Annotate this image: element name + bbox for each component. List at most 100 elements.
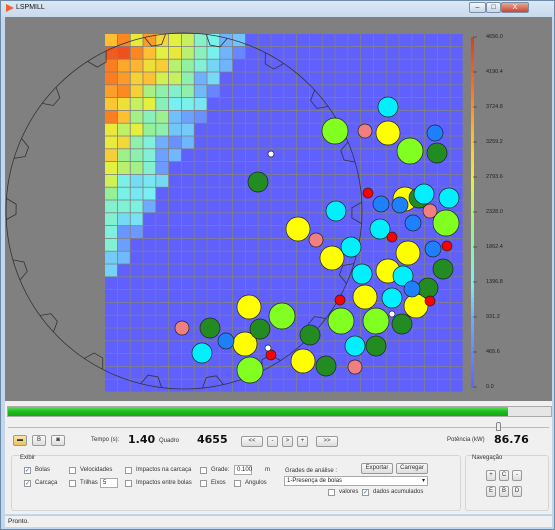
colorbar-label: 931.2: [486, 314, 500, 320]
heatmap-cell: [258, 379, 271, 392]
heatmap-cell: [412, 46, 425, 59]
heatmap-cell: [233, 238, 245, 251]
heatmap-cell: [437, 302, 450, 315]
heatmap-cell: [156, 162, 169, 174]
heatmap-cell: [450, 149, 463, 162]
next-frame-button[interactable]: +: [297, 436, 308, 447]
heatmap-cell: [194, 123, 207, 136]
heatmap-cell: [143, 251, 156, 264]
slider-thumb[interactable]: [496, 422, 502, 431]
nav-right-button[interactable]: D: [512, 486, 522, 497]
heatmap-cell: [271, 110, 284, 123]
heatmap-cell: [322, 174, 335, 187]
heatmap-cell: [233, 162, 245, 174]
nav-center-button[interactable]: C: [499, 470, 509, 481]
colorbar-segment: [471, 217, 474, 223]
window-title: LSPMILL: [16, 4, 45, 11]
ball: [199, 317, 221, 339]
frame-slider[interactable]: [5, 421, 552, 431]
carcaca-checkbox[interactable]: ✓: [24, 480, 31, 487]
nav-left-button[interactable]: E: [486, 486, 496, 497]
heatmap-cell: [181, 354, 194, 366]
colorbar-segment: [471, 192, 474, 198]
trilhas-spinner[interactable]: 5: [100, 478, 118, 488]
heatmap-cell: [207, 46, 220, 59]
heatmap-cell: [181, 59, 194, 72]
nav-bottom-button[interactable]: B: [499, 486, 509, 497]
grade-label: Grade:: [211, 467, 230, 473]
prev-frame-button[interactable]: -: [267, 436, 278, 447]
heatmap-cell: [220, 72, 233, 85]
heatmap-cell: [233, 46, 245, 59]
heatmap-cell: [425, 366, 437, 379]
ball: [417, 277, 439, 299]
grade-spinner[interactable]: 0.100: [234, 465, 252, 475]
heatmap-cell: [425, 34, 437, 46]
heatmap-cell: [156, 302, 169, 315]
heatmap-cell: [194, 290, 207, 302]
heatmap-cell: [335, 366, 348, 379]
heatmap-cell: [322, 34, 335, 46]
angulos-checkbox[interactable]: [234, 480, 241, 487]
nav-zoom-out-button[interactable]: -: [512, 470, 522, 481]
heatmap-cell: [130, 354, 143, 366]
heatmap-cell: [169, 149, 181, 162]
heatmap-cell: [284, 34, 297, 46]
colorbar-label: 465.6: [486, 349, 500, 355]
colorbar-segment: [471, 42, 474, 48]
heatmap-cell: [361, 366, 373, 379]
close-button[interactable]: X: [501, 2, 529, 13]
heatmap-cell: [284, 341, 297, 354]
trilhas-checkbox[interactable]: [69, 480, 76, 487]
valores-checkbox[interactable]: [328, 489, 335, 496]
heatmap-cell: [425, 46, 437, 59]
maximize-button[interactable]: □: [486, 2, 501, 13]
impactos-carcaca-checkbox[interactable]: [125, 467, 132, 474]
heatmap-cell: [181, 72, 194, 85]
carregar-button[interactable]: Carregar: [396, 463, 428, 474]
exportar-button[interactable]: Exportar: [361, 463, 393, 474]
heatmap-cell: [105, 149, 117, 162]
camera-button[interactable]: ◙: [51, 435, 65, 446]
heatmap-cell: [450, 98, 463, 110]
heatmap-cell: [130, 341, 143, 354]
nav-zoom-in-button[interactable]: +: [486, 470, 496, 481]
impactos-bolas-checkbox[interactable]: [125, 480, 132, 487]
heatmap-cell: [412, 162, 425, 174]
heatmap-cell: [335, 187, 348, 200]
heatmap-cell: [105, 251, 117, 264]
first-frame-button[interactable]: <<: [241, 436, 263, 447]
heatmap-cell: [412, 85, 425, 98]
heatmap-cell: [450, 59, 463, 72]
heatmap-cell: [437, 328, 450, 341]
play-button[interactable]: >: [282, 436, 293, 447]
simulation-view[interactable]: 4656.0 4190.4 3724.8 3259.2 2793.6 2328.0 1862…: [5, 17, 552, 401]
bolas-checkbox[interactable]: ✓: [24, 467, 31, 474]
open-button[interactable]: ▬: [13, 435, 27, 446]
ball: [265, 349, 277, 361]
heatmap-cell: [437, 46, 450, 59]
b-button[interactable]: B: [32, 435, 46, 446]
colorbar-segment: [471, 237, 474, 243]
colorbar-segment: [471, 332, 474, 338]
heatmap-cell: [143, 174, 156, 187]
heatmap-cell: [245, 226, 258, 238]
velocidades-checkbox[interactable]: [69, 467, 76, 474]
heatmap-cell: [437, 34, 450, 46]
minimize-button[interactable]: –: [469, 2, 486, 13]
analise-select[interactable]: 1-Presença de bolas ▾: [284, 476, 428, 486]
heatmap-cell: [181, 226, 194, 238]
heatmap-cell: [169, 277, 181, 290]
grade-checkbox[interactable]: [200, 467, 207, 474]
heatmap-cell: [105, 379, 117, 392]
heatmap-cell: [309, 46, 322, 59]
heatmap-cell: [169, 366, 181, 379]
heatmap-cell: [105, 34, 117, 46]
last-frame-button[interactable]: >>: [316, 436, 338, 447]
heatmap-cell: [271, 290, 284, 302]
eixos-checkbox[interactable]: [200, 480, 207, 487]
acumulados-checkbox[interactable]: ✓: [362, 489, 369, 496]
heatmap-cell: [361, 149, 373, 162]
heatmap-cell: [117, 162, 130, 174]
ball: [377, 96, 399, 118]
